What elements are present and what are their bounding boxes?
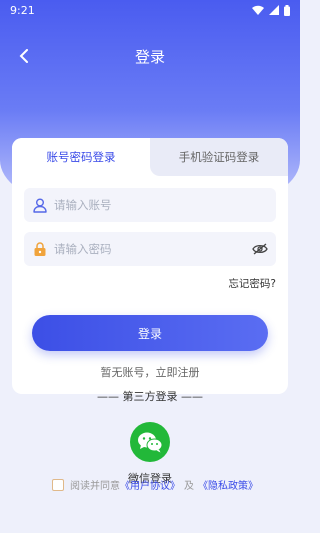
user-agreement-link[interactable]: 《用户协议》 [120,477,180,492]
lock-icon [32,241,48,257]
nav-bar: 登录 [0,38,300,74]
status-bar: 9:21 [0,0,300,20]
register-link[interactable]: 暂无账号，立即注册 [12,364,288,380]
wechat-icon [138,432,163,453]
login-card: 账号密码登录 手机验证码登录 忘记密码? 登录 暂无账号，立即注册 [12,138,288,394]
forgot-password-link[interactable]: 忘记密码? [228,276,276,291]
chevron-left-icon [19,49,28,63]
tab-account-password[interactable]: 账号密码登录 [12,138,150,176]
agreement-checkbox[interactable] [52,478,64,491]
agreement-row: 阅读并同意 《用户协议》 及 《隐私政策》 [52,477,258,492]
password-input[interactable] [54,242,252,256]
user-icon [32,197,48,213]
status-icons [252,4,290,16]
password-field [24,232,276,266]
battery-icon [284,4,290,16]
wechat-login-button[interactable] [130,422,170,462]
agreement-prefix: 阅读并同意 [70,481,120,492]
account-input[interactable] [54,198,268,212]
third-party-title: —— 第三方登录 —— [97,390,203,403]
tab-sms-code[interactable]: 手机验证码登录 [150,138,288,176]
signal-icon [269,5,279,15]
login-tabs: 账号密码登录 手机验证码登录 [12,138,288,176]
page-title: 登录 [134,47,165,66]
account-field [24,188,276,222]
eye-off-icon[interactable] [252,241,268,257]
login-button[interactable]: 登录 [32,315,268,351]
privacy-policy-link[interactable]: 《隐私政策》 [198,477,258,492]
wifi-icon [252,5,264,15]
back-button[interactable] [12,44,36,68]
status-time: 9:21 [10,3,35,17]
agreement-and: 及 [184,481,194,492]
